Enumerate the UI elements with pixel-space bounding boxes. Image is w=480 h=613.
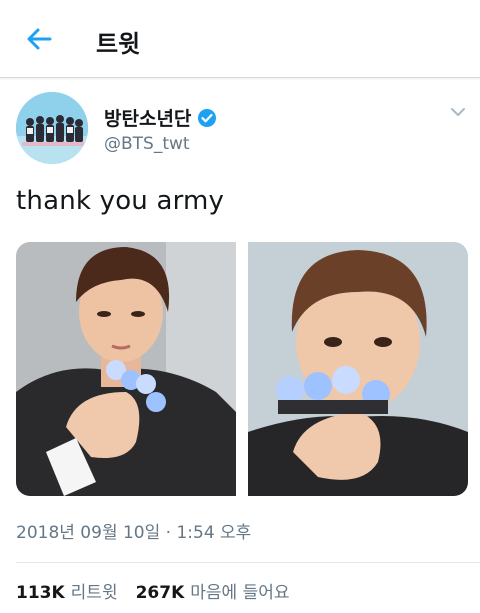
verified-badge-icon: [198, 108, 217, 127]
tweet-media-grid: [16, 242, 468, 496]
divider: [16, 562, 480, 563]
likes-stat[interactable]: 267K 마음에 들어요: [136, 578, 290, 603]
back-button[interactable]: [22, 22, 56, 56]
avatar[interactable]: [16, 92, 88, 164]
display-name: 방탄소년단: [104, 108, 192, 130]
tweet-text: thank you army: [16, 186, 225, 216]
photo-left[interactable]: [16, 242, 236, 496]
author-name-row[interactable]: 방탄소년단: [104, 104, 217, 131]
retweets-count: 113K: [16, 583, 65, 603]
chevron-down-icon[interactable]: [448, 102, 468, 122]
likes-count: 267K: [135, 583, 185, 603]
retweets-stat[interactable]: 113K 리트윗: [16, 578, 118, 603]
photo-right[interactable]: [248, 242, 468, 496]
top-app-bar: 트윗: [0, 0, 480, 78]
tweet-stats: 113K 리트윗 267K 마음에 들어요: [16, 578, 290, 603]
likes-label: 마음에 들어요: [190, 583, 290, 603]
arrow-left-icon: [27, 28, 52, 50]
page-title: 트윗: [96, 30, 141, 58]
user-handle[interactable]: @BTS_twt: [104, 134, 190, 154]
tweet-timestamp: 2018년 09월 10일 · 1:54 오후: [16, 523, 252, 543]
retweets-label: 리트윗: [70, 583, 118, 603]
